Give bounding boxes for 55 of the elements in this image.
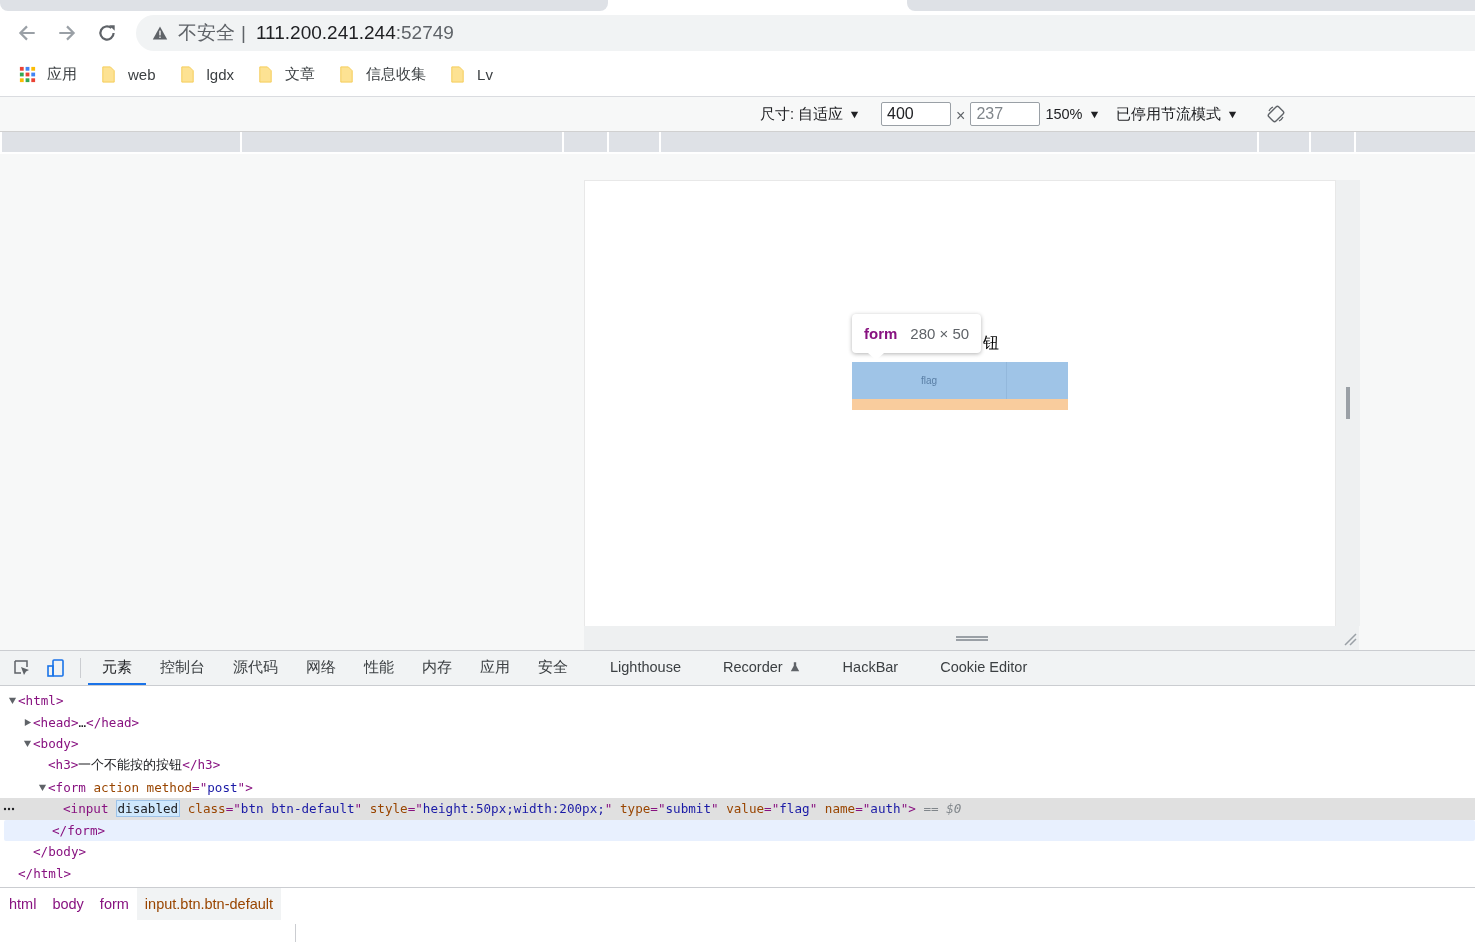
dom-node-line[interactable]: <head>…</head> (33, 714, 140, 730)
devtools-tab[interactable]: 源代码 (219, 651, 292, 685)
breadcrumb[interactable]: html (1, 888, 45, 920)
bookmark[interactable]: 信息收集 (337, 65, 427, 84)
devtools-tab[interactable]: 内存 (408, 651, 466, 685)
dom-node-line[interactable]: <html> (18, 693, 64, 709)
breadcrumb[interactable]: body (44, 888, 92, 920)
times-sign: × (956, 107, 966, 125)
devtools-tab[interactable]: HackBar (828, 651, 913, 685)
folder-icon (99, 65, 118, 84)
expanded-arrow-icon[interactable] (23, 739, 32, 749)
dom-node-line[interactable]: <h3>一个不能按的按钮</h3> (48, 757, 221, 775)
tooltip-tag: form (864, 325, 898, 342)
device-toggle-icon[interactable] (46, 658, 66, 678)
devtools-tab[interactable]: 网络 (292, 651, 350, 685)
rotate-icon[interactable] (1265, 104, 1286, 124)
breadcrumb[interactable]: input.btn.btn-default (136, 888, 282, 920)
bookmark[interactable]: 文章 (256, 65, 316, 84)
separator: | (241, 21, 246, 44)
dom-node-line[interactable]: </form> (52, 822, 106, 838)
dropdown[interactable]: 已停用节流模式 (1115, 104, 1238, 124)
devtools-tab[interactable]: 性能 (350, 651, 408, 685)
devtools-tab[interactable]: 元素 (88, 651, 146, 685)
bookmark[interactable]: 应用 (18, 65, 77, 84)
breadcrumb[interactable]: form (91, 888, 137, 920)
devtools-tab[interactable]: Recorder (708, 651, 815, 685)
address-bar[interactable]: 不安全 | 111.200.241.244:52749 (136, 14, 1475, 51)
flask-icon (788, 661, 801, 673)
devtools-tab[interactable]: 应用 (466, 651, 524, 685)
devtools-tab[interactable]: 安全 (524, 651, 582, 685)
devtools-tab[interactable]: Lighthouse (596, 651, 695, 685)
width-field[interactable]: 400 (881, 102, 952, 126)
collapsed-arrow-icon[interactable] (23, 717, 32, 727)
dom-node-line[interactable]: <form action method="post"> (48, 779, 253, 795)
page-heading: 钮 (983, 333, 999, 353)
security-label: 不安全 (178, 20, 235, 45)
height-field[interactable]: 237 (970, 102, 1041, 126)
dom-node-line[interactable]: <body> (33, 736, 79, 752)
dropdown[interactable]: 尺寸: 自适应 (760, 104, 861, 124)
url-port: :52749 (395, 21, 454, 44)
warning-icon (152, 24, 168, 41)
apps-grid-icon (18, 65, 37, 84)
dom-node-line[interactable]: </body> (33, 844, 87, 860)
bookmark[interactable]: Lv (448, 65, 493, 84)
bookmark[interactable]: web (99, 65, 156, 84)
tooltip-size: 280 × 50 (910, 325, 970, 342)
url-host: 111.200.241.244 (255, 21, 396, 44)
devtools-tab[interactable]: 控制台 (146, 651, 219, 685)
devtools-tab[interactable]: Cookie Editor (926, 651, 1042, 685)
bookmark[interactable]: lgdx (177, 65, 235, 84)
dom-node-line[interactable]: </html> (18, 866, 72, 882)
expanded-arrow-icon[interactable] (8, 696, 17, 706)
expanded-arrow-icon[interactable] (38, 782, 47, 792)
resize-corner-icon[interactable] (1343, 632, 1357, 646)
dropdown[interactable]: 150% (1045, 106, 1100, 122)
